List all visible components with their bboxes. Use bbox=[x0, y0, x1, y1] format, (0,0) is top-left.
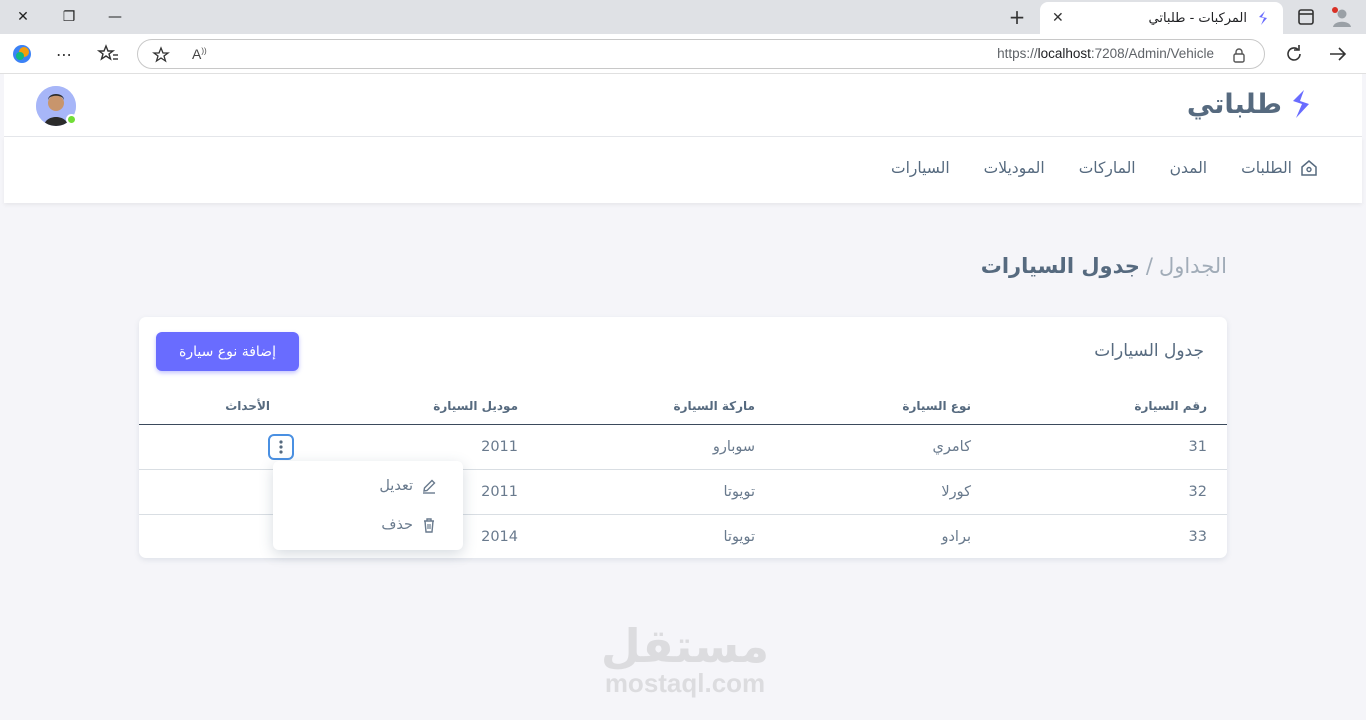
car-brand-cell: تويوتا bbox=[723, 528, 755, 545]
brand[interactable]: طلباتي bbox=[1187, 88, 1314, 120]
read-aloud-icon[interactable]: A)) bbox=[192, 46, 207, 62]
forward-arrow-icon[interactable] bbox=[1326, 42, 1350, 66]
tab-title: المركبات - طلباتي bbox=[1148, 10, 1247, 26]
pencil-icon bbox=[423, 479, 436, 494]
edit-label: تعديل bbox=[379, 478, 413, 494]
watermark-latin: mostaql.com bbox=[604, 668, 766, 698]
lock-icon[interactable] bbox=[1232, 47, 1246, 63]
card-title: جدول السيارات bbox=[1094, 341, 1204, 361]
delete-menu-item[interactable]: حذف bbox=[381, 517, 437, 533]
car-type-cell: كورلا bbox=[775, 469, 991, 515]
nav-item-label: الموديلات bbox=[983, 159, 1045, 177]
mostaql-watermark: مستقل mostaql.com bbox=[600, 622, 770, 696]
column-header: ماركة السيارة bbox=[538, 388, 775, 425]
main-navbar: الطلبات المدن الماركات الموديلات السيارا… bbox=[4, 137, 1362, 203]
nav-item-label: المدن bbox=[1169, 159, 1208, 177]
column-header: الأحداث bbox=[139, 388, 290, 425]
tab-close-icon[interactable]: ✕ bbox=[1052, 10, 1064, 26]
add-favorite-icon[interactable] bbox=[152, 46, 170, 64]
favorites-icon[interactable] bbox=[96, 42, 120, 66]
restore-window-icon[interactable]: ❐ bbox=[46, 0, 92, 34]
column-header: موديل السيارة bbox=[290, 388, 538, 425]
edit-menu-item[interactable]: تعديل bbox=[379, 478, 437, 494]
url-text[interactable]: https://localhost:7208/Admin/Vehicle bbox=[997, 46, 1214, 61]
add-car-type-button[interactable]: إضافة نوع سيارة bbox=[156, 332, 299, 371]
column-header: نوع السيارة bbox=[775, 388, 991, 425]
page-title: جدول السيارات bbox=[980, 254, 1140, 278]
nav-item-label: الطلبات bbox=[1241, 159, 1292, 177]
nav-item-label: الماركات bbox=[1078, 159, 1136, 177]
app-favicon-icon bbox=[1259, 11, 1267, 25]
kebab-menu-icon bbox=[279, 440, 283, 454]
car-id-cell: 33 bbox=[1188, 528, 1207, 545]
car-brand-cell: تويوتا bbox=[538, 469, 775, 515]
car-type-cell: كامري bbox=[775, 424, 991, 470]
table-header-row: رقم السيارة نوع السيارة ماركة السيارة مو… bbox=[139, 388, 1227, 425]
online-status-dot bbox=[66, 114, 77, 125]
more-options-icon[interactable]: ⋯ bbox=[52, 42, 76, 66]
nav-item-cars[interactable]: السيارات bbox=[891, 159, 950, 177]
watermark-arabic: مستقل bbox=[600, 619, 770, 673]
trash-icon bbox=[424, 518, 434, 533]
car-id-cell: 32 bbox=[991, 469, 1227, 515]
address-bar[interactable]: A)) https://localhost:7208/Admin/Vehicle bbox=[137, 39, 1265, 69]
tab-actions-icon[interactable] bbox=[1297, 8, 1315, 26]
nav-item-models[interactable]: الموديلات bbox=[984, 159, 1045, 177]
delete-label: حذف bbox=[381, 517, 413, 533]
row-actions-button[interactable] bbox=[268, 434, 294, 460]
profile-icon[interactable] bbox=[1330, 5, 1354, 29]
car-id-cell: 31 bbox=[991, 424, 1227, 470]
refresh-icon[interactable] bbox=[1282, 42, 1306, 66]
browser-tab[interactable]: المركبات - طلباتي ✕ bbox=[1040, 2, 1283, 34]
browser-titlebar: ✕ ❐ — + المركبات - طلباتي ✕ bbox=[0, 0, 1366, 34]
brand-logo-icon bbox=[1293, 90, 1309, 118]
nav-item-brands[interactable]: الماركات bbox=[1079, 159, 1136, 177]
app-header: طلباتي bbox=[4, 74, 1362, 137]
actions-cell bbox=[139, 514, 290, 559]
browser-toolbar: ⋯ A)) https://localhost:7208/Admin/Vehic… bbox=[0, 34, 1366, 74]
close-window-icon[interactable]: ✕ bbox=[0, 0, 46, 34]
home-icon bbox=[1301, 160, 1317, 176]
new-tab-icon[interactable]: + bbox=[1002, 2, 1032, 32]
nav-item-cities[interactable]: المدن bbox=[1170, 159, 1208, 177]
nav-item-orders[interactable]: الطلبات bbox=[1241, 159, 1318, 177]
nav-item-label: السيارات bbox=[891, 159, 950, 177]
copilot-icon[interactable] bbox=[10, 42, 34, 66]
column-header: رقم السيارة bbox=[991, 388, 1227, 425]
breadcrumb: الجداول/جدول السيارات bbox=[981, 254, 1227, 278]
brand-name: طلباتي bbox=[1186, 88, 1282, 120]
car-type-cell: برادو bbox=[941, 528, 971, 545]
breadcrumb-parent[interactable]: الجداول bbox=[1159, 254, 1227, 278]
actions-cell bbox=[139, 469, 290, 515]
car-brand-cell: سوبارو bbox=[538, 424, 775, 470]
row-actions-dropdown: تعديل حذف bbox=[273, 461, 463, 550]
minimize-window-icon[interactable]: — bbox=[92, 0, 138, 34]
breadcrumb-separator: / bbox=[1145, 254, 1153, 278]
